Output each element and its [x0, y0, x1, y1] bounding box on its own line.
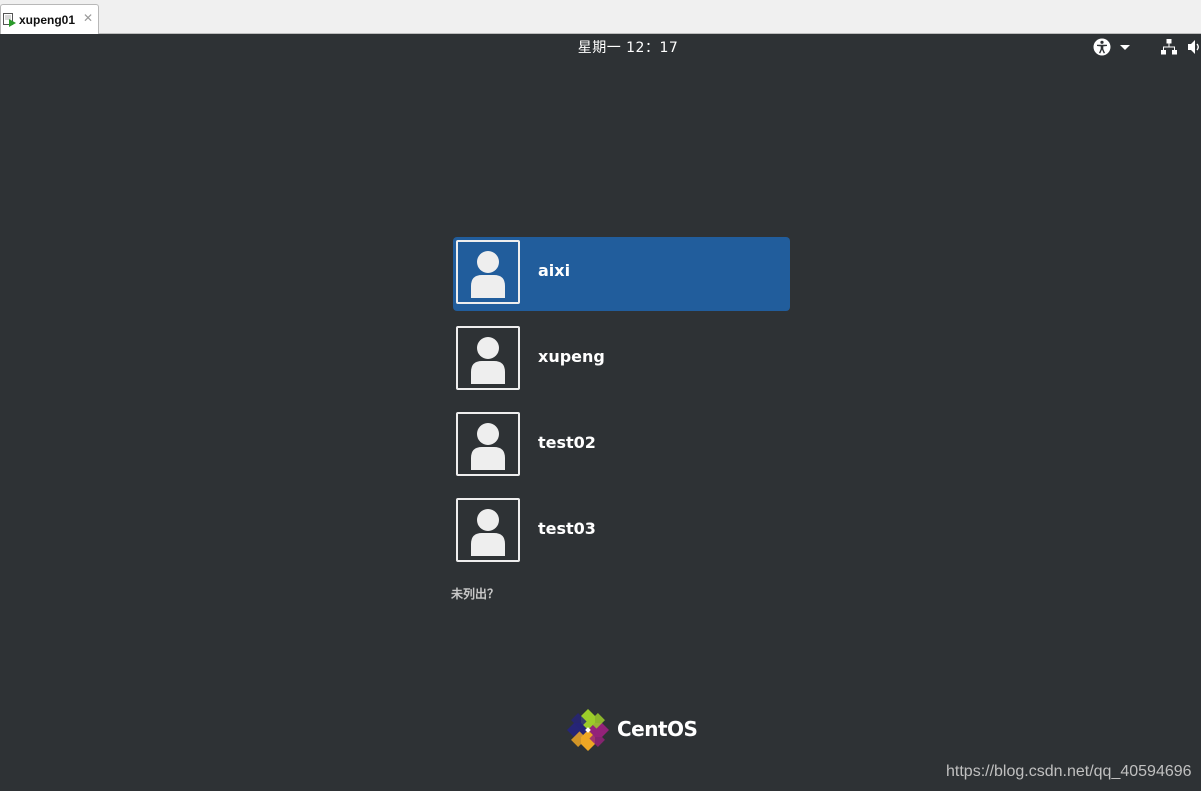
avatar — [456, 326, 520, 390]
user-name: test03 — [538, 519, 596, 538]
user-icon — [471, 509, 505, 556]
user-row-test03[interactable]: test03 — [453, 495, 790, 569]
user-row-test02[interactable]: test02 — [453, 409, 790, 483]
volume-icon[interactable] — [1187, 38, 1201, 56]
vm-tab-label: xupeng01 — [19, 13, 76, 27]
centos-logo-icon — [567, 709, 609, 751]
avatar — [456, 240, 520, 304]
accessibility-icon[interactable] — [1093, 38, 1111, 56]
user-name: xupeng — [538, 347, 605, 366]
vm-icon — [3, 13, 16, 27]
user-name: aixi — [538, 261, 571, 280]
vm-tab[interactable]: xupeng01 ✕ — [0, 4, 99, 34]
clock[interactable]: 星期一 12：17 — [520, 37, 736, 57]
vm-tab-bar: xupeng01 ✕ — [0, 0, 1201, 34]
chevron-down-icon[interactable] — [1118, 38, 1132, 56]
avatar — [456, 412, 520, 476]
not-listed-link[interactable]: 未列出？ — [451, 585, 499, 602]
user-icon — [471, 337, 505, 384]
user-icon — [471, 423, 505, 470]
network-icon[interactable] — [1160, 38, 1178, 56]
close-icon[interactable]: ✕ — [83, 11, 93, 25]
user-list: aixi xupeng test02 test03 — [453, 237, 790, 581]
centos-logo-text: CentOS — [617, 717, 698, 741]
avatar — [456, 498, 520, 562]
user-icon — [471, 251, 505, 298]
user-name: test02 — [538, 433, 596, 452]
user-row-aixi[interactable]: aixi — [453, 237, 790, 311]
watermark: https://blog.csdn.net/qq_40594696 — [946, 763, 1192, 780]
user-row-xupeng[interactable]: xupeng — [453, 323, 790, 397]
